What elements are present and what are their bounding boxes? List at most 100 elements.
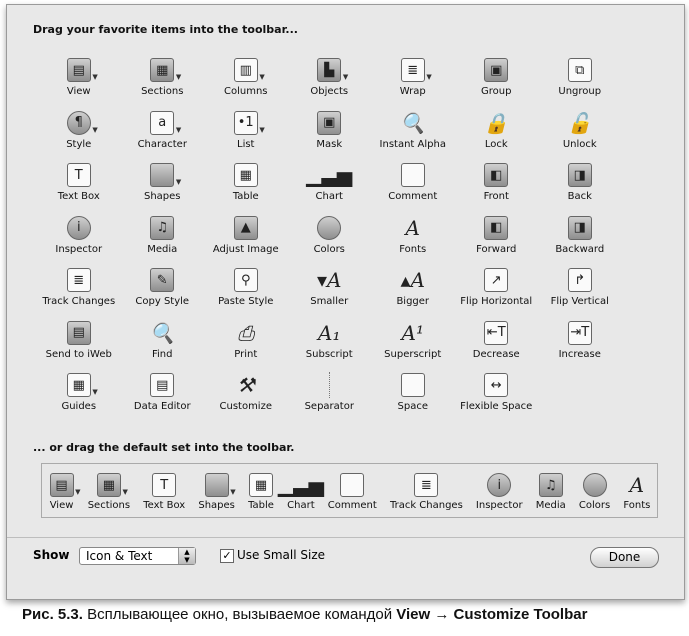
done-button[interactable]: Done bbox=[590, 547, 659, 568]
toolbar-item-label: Copy Style bbox=[135, 296, 190, 307]
character-icon: a ▼ bbox=[149, 110, 181, 136]
toolbar-item-paste-style[interactable]: ⚲ Paste Style bbox=[204, 267, 288, 320]
toolbar-item-data-editor[interactable]: ▤ Data Editor bbox=[121, 372, 205, 425]
toolbar-item-copy-style[interactable]: ✎ Copy Style bbox=[121, 267, 205, 320]
toolbar-item-smaller[interactable]: ▾A Smaller bbox=[288, 267, 372, 320]
toolbar-item-customize[interactable]: ⚒ Customize bbox=[204, 372, 288, 425]
toolbar-item-label: Forward bbox=[476, 243, 517, 255]
toolbar-item-label: Track Changes bbox=[42, 296, 116, 307]
toolbar-item-space[interactable]: Space bbox=[371, 372, 455, 425]
toolbar-item-list[interactable]: •1 ▼ List bbox=[204, 110, 288, 163]
toolbar-item-colors[interactable]: Colors bbox=[288, 215, 372, 268]
toolbar-item-track-changes[interactable]: ≣ Track Changes bbox=[37, 267, 121, 320]
toolbar-item-adjust-image[interactable]: ▲ Adjust Image bbox=[204, 215, 288, 268]
toolbar-item-backward[interactable]: ◨ Backward bbox=[538, 215, 622, 268]
toolbar-item-flexible-space[interactable]: ↔ Flexible Space bbox=[455, 372, 539, 425]
toolbar-item-label: Shapes bbox=[198, 500, 235, 511]
smaller-icon: ▾A bbox=[317, 268, 342, 292]
toolbar-item-sections[interactable]: ▦ ▼ Sections bbox=[121, 57, 205, 110]
separator-icon bbox=[316, 372, 342, 398]
wrap-icon: ≣ ▼ bbox=[400, 57, 432, 83]
toolbar-item-instant-alpha[interactable]: 🔍 Instant Alpha bbox=[371, 110, 455, 163]
toolbar-item-sections[interactable]: ▦ ▼ Sections bbox=[88, 472, 130, 511]
fonts-icon: A bbox=[629, 473, 645, 497]
figure-caption: Рис. 5.3. Всплывающее окно, вызываемое к… bbox=[22, 606, 587, 623]
toolbar-item-superscript[interactable]: A¹ Superscript bbox=[371, 320, 455, 373]
dropdown-arrow-icon: ▼ bbox=[342, 73, 349, 81]
toolbar-item-label: Instant Alpha bbox=[379, 138, 446, 150]
toolbar-item-inspector[interactable]: i Inspector bbox=[37, 215, 121, 268]
toolbar-item-view[interactable]: ▤ ▼ View bbox=[37, 57, 121, 110]
toolbar-item-front[interactable]: ◧ Front bbox=[455, 162, 539, 215]
toolbar-item-subscript[interactable]: A₁ Subscript bbox=[288, 320, 372, 373]
dropdown-arrow-icon: ▼ bbox=[175, 125, 182, 134]
toolbar-item-character[interactable]: a ▼ Character bbox=[121, 110, 205, 163]
toolbar-item-fonts[interactable]: A Fonts bbox=[623, 472, 650, 511]
toolbar-item-comment[interactable]: Comment bbox=[328, 472, 377, 511]
toolbar-item-table[interactable]: ▦ Table bbox=[204, 162, 288, 215]
toolbar-item-chart[interactable]: ▁▃▅ Chart bbox=[288, 162, 372, 215]
toolbar-item-chart[interactable]: ▁▃▅ Chart bbox=[278, 472, 324, 511]
toolbar-item-track-changes[interactable]: ≣ Track Changes bbox=[390, 472, 463, 511]
toolbar-item-decrease[interactable]: ⇤T Decrease bbox=[455, 320, 539, 373]
toolbar-item-label: Print bbox=[234, 348, 258, 360]
toolbar-item-lock[interactable]: 🔒 Lock bbox=[455, 110, 539, 163]
use-small-size-label[interactable]: Use Small Size bbox=[237, 548, 325, 562]
toolbar-item-ungroup[interactable]: ⧉ Ungroup bbox=[538, 57, 622, 110]
toolbar-item-find[interactable]: 🔍 Find bbox=[121, 320, 205, 373]
toolbar-item-label: Media bbox=[535, 500, 566, 511]
toolbar-item-table[interactable]: ▦ Table bbox=[248, 472, 274, 511]
customize-toolbar-dialog: Drag your favorite items into the toolba… bbox=[6, 4, 685, 600]
toolbar-item-fonts[interactable]: A Fonts bbox=[371, 215, 455, 268]
toolbar-item-objects[interactable]: ▙ ▼ Objects bbox=[288, 57, 372, 110]
toolbar-item-label: Track Changes bbox=[389, 500, 463, 511]
toolbar-item-forward[interactable]: ◧ Forward bbox=[455, 215, 539, 268]
toolbar-item-colors[interactable]: Colors bbox=[579, 472, 610, 511]
chart-icon: ▁▃▅ bbox=[306, 163, 353, 187]
toolbar-item-label: Paste Style bbox=[218, 296, 274, 307]
caption-arrow: → bbox=[430, 606, 454, 623]
toolbar-item-text-box[interactable]: T Text Box bbox=[143, 472, 185, 511]
toolbar-item-text-box[interactable]: T Text Box bbox=[37, 162, 121, 215]
toolbar-item-mask[interactable]: ▣ Mask bbox=[288, 110, 372, 163]
toolbar-item-media[interactable]: ♫ Media bbox=[121, 215, 205, 268]
show-select[interactable]: Icon & Text ▲ ▼ bbox=[79, 547, 196, 565]
toolbar-item-shapes[interactable]: ▼ Shapes bbox=[198, 472, 236, 511]
toolbar-item-shapes[interactable]: ▼ Shapes bbox=[121, 162, 205, 215]
comment-icon bbox=[400, 162, 426, 188]
toolbar-item-label: Shapes bbox=[143, 191, 181, 202]
toolbar-item-group[interactable]: ▣ Group bbox=[455, 57, 539, 110]
text-box-icon: T bbox=[151, 472, 177, 498]
toolbar-item-media[interactable]: ♫ Media bbox=[536, 472, 566, 511]
print-icon: ⎙ bbox=[237, 320, 254, 345]
guides-icon: ▦ ▼ bbox=[66, 372, 98, 398]
send-back-icon: ◨ bbox=[567, 162, 593, 188]
adjust-image-icon: ▲ bbox=[233, 215, 259, 241]
show-select-value: Icon & Text bbox=[86, 549, 153, 563]
toolbar-item-bigger[interactable]: ▴A Bigger bbox=[371, 267, 455, 320]
instant-alpha-icon: 🔍 bbox=[400, 110, 426, 135]
toolbar-item-send-to-iweb[interactable]: ▤ Send to iWeb bbox=[37, 320, 121, 373]
toolbar-item-label: Find bbox=[152, 348, 173, 360]
toolbar-item-back[interactable]: ◨ Back bbox=[538, 162, 622, 215]
toolbar-item-separator[interactable]: Separator bbox=[288, 372, 372, 425]
toolbar-item-label: Bigger bbox=[396, 296, 430, 307]
toolbar-item-unlock[interactable]: 🔓 Unlock bbox=[538, 110, 622, 163]
toolbar-item-label: Comment bbox=[388, 191, 438, 202]
dropdown-arrow-icon: ▼ bbox=[230, 488, 236, 496]
use-small-size-checkbox[interactable]: ✓ bbox=[220, 549, 234, 563]
toolbar-item-inspector[interactable]: i Inspector bbox=[476, 472, 523, 511]
track-changes-icon: ≣ bbox=[66, 267, 92, 293]
toolbar-item-label: Text Box bbox=[57, 191, 100, 202]
toolbar-item-guides[interactable]: ▦ ▼ Guides bbox=[37, 372, 121, 425]
toolbar-item-view[interactable]: ▤ ▼ View bbox=[49, 472, 81, 511]
toolbar-item-print[interactable]: ⎙ Print bbox=[204, 320, 288, 373]
toolbar-item-comment[interactable]: Comment bbox=[371, 162, 455, 215]
toolbar-item-columns[interactable]: ▥ ▼ Columns bbox=[204, 57, 288, 110]
toolbar-item-flip-horizontal[interactable]: ↗ Flip Horizontal bbox=[455, 267, 539, 320]
toolbar-item-wrap[interactable]: ≣ ▼ Wrap bbox=[371, 57, 455, 110]
toolbar-item-flip-vertical[interactable]: ↱ Flip Vertical bbox=[538, 267, 622, 320]
toolbar-item-style[interactable]: ¶ ▼ Style bbox=[37, 110, 121, 163]
default-toolbar-set[interactable]: ▤ ▼ View ▦ ▼ Sections T Text Box ▼ Shapes ▦ Table ▁▃… bbox=[41, 463, 658, 518]
toolbar-item-increase[interactable]: ⇥T Increase bbox=[538, 320, 622, 373]
